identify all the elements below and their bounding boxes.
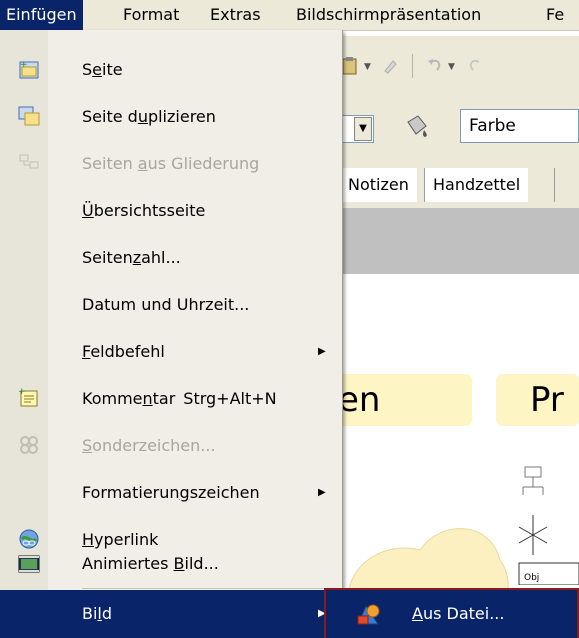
menu-item-label: Datum und Uhrzeit... <box>82 295 250 314</box>
hyperlink-icon <box>19 529 39 549</box>
menu-item-label: Kommentar Strg+Alt+N <box>82 389 277 408</box>
menu-item-label: Seite duplizieren <box>82 107 216 126</box>
menu-item-label: Übersichtsseite <box>82 201 206 220</box>
workspace-gray-area <box>340 208 579 274</box>
tab-handzettel[interactable]: Handzettel <box>424 168 529 202</box>
menu-item-label: Seite <box>82 60 123 79</box>
clipboard-icon[interactable] <box>340 56 360 76</box>
menu-bildschirmpraesentation-label: Bildschirmpräsentation <box>296 5 482 24</box>
duplicate-slide-icon <box>18 106 40 126</box>
area-style-field[interactable]: Farbe <box>460 109 579 143</box>
svg-text:+: + <box>20 60 28 70</box>
format-paintbrush-icon[interactable] <box>382 56 400 74</box>
menu-item-shortcut: Strg+Alt+N <box>183 389 277 408</box>
line-style-dropdown-icon[interactable]: ▼ <box>354 117 372 141</box>
menu-item-formatierungszeichen[interactable]: Formatierungszeichen ▶ <box>0 469 342 516</box>
slide-title-text: en <box>338 380 381 420</box>
standard-toolbar: ▼ ▼ <box>340 36 579 95</box>
menu-format[interactable]: Format <box>117 0 185 30</box>
area-style-value: Farbe <box>469 116 516 136</box>
menu-item-label: Sonderzeichen... <box>82 436 216 455</box>
menu-item-label: Formatierungszeichen <box>82 483 260 502</box>
menu-einfuegen[interactable]: Einfügen <box>0 0 83 30</box>
menu-bar: Einfügen Format Extras Bildschirmpräsent… <box>0 0 579 31</box>
tab-notizen-label: Notizen <box>348 175 409 194</box>
slide-title-text-2: Pr <box>530 380 564 420</box>
menu-item-label: Bild <box>82 604 113 623</box>
redo-icon[interactable] <box>466 56 484 74</box>
menu-fenster-partial[interactable]: Fe <box>540 0 570 30</box>
menu-separator <box>82 588 338 589</box>
menu-item-label: Seiten aus Gliederung <box>82 154 260 173</box>
area-fill-icon[interactable] <box>402 112 432 142</box>
undo-dropdown-icon[interactable]: ▼ <box>448 62 456 72</box>
menu-item-label: Animiertes Bild... <box>82 554 219 573</box>
menu-item-seitenzahl[interactable]: Seitenzahl... <box>0 234 342 281</box>
menu-item-seiten-aus-gliederung: Seiten aus Gliederung <box>0 140 342 187</box>
menu-item-feldbefehl[interactable]: Feldbefehl ▶ <box>0 328 342 375</box>
tab-divider <box>554 168 555 202</box>
menu-item-animiertes-bild[interactable]: Animiertes Bild... <box>0 554 342 588</box>
toolbar-separator <box>412 54 413 78</box>
menu-einfuegen-label: Einfügen <box>6 5 77 24</box>
menu-item-datum-und-uhrzeit[interactable]: Datum und Uhrzeit... <box>0 281 342 328</box>
menu-item-label: Feldbefehl <box>82 342 165 361</box>
undo-icon[interactable] <box>426 56 444 74</box>
tab-handzettel-label: Handzettel <box>433 175 521 194</box>
menu-format-label: Format <box>123 5 180 24</box>
special-character-icon <box>20 436 38 454</box>
org-diagram[interactable] <box>505 465 579 585</box>
new-slide-icon: + <box>19 60 39 79</box>
menu-item-uebersichtsseite[interactable]: Übersichtsseite <box>0 187 342 234</box>
paste-dropdown-icon[interactable]: ▼ <box>364 62 372 72</box>
menu-bildschirmpraesentation[interactable]: Bildschirmpräsentation <box>290 0 487 30</box>
animated-image-icon <box>18 555 40 573</box>
submenu-arrow-icon: ▶ <box>318 346 326 357</box>
tab-notizen[interactable]: Notizen <box>340 168 417 202</box>
menu-extras[interactable]: Extras <box>204 0 267 30</box>
menu-fenster-label: Fe <box>546 5 565 24</box>
menu-item-label: Seitenzahl... <box>82 248 181 267</box>
menu-item-kommentar[interactable]: + Kommentar Strg+Alt+N <box>0 375 342 422</box>
comment-icon: + <box>18 387 38 407</box>
menu-item-sonderzeichen: Sonderzeichen... <box>0 422 342 469</box>
from-file-icon <box>357 604 380 625</box>
menu-item-bild[interactable]: Bild ▶ <box>0 590 342 638</box>
submenu-item-aus-datei[interactable]: Aus Datei... <box>412 590 504 638</box>
svg-text:+: + <box>18 387 26 397</box>
menu-extras-label: Extras <box>210 5 261 24</box>
submenu-arrow-icon: ▶ <box>318 487 326 498</box>
menu-item-seite[interactable]: + Seite <box>0 46 342 93</box>
outline-slides-icon <box>19 154 39 169</box>
menu-item-seite-duplizieren[interactable]: Seite duplizieren <box>0 93 342 140</box>
diagram-label: Obj <box>524 573 540 583</box>
